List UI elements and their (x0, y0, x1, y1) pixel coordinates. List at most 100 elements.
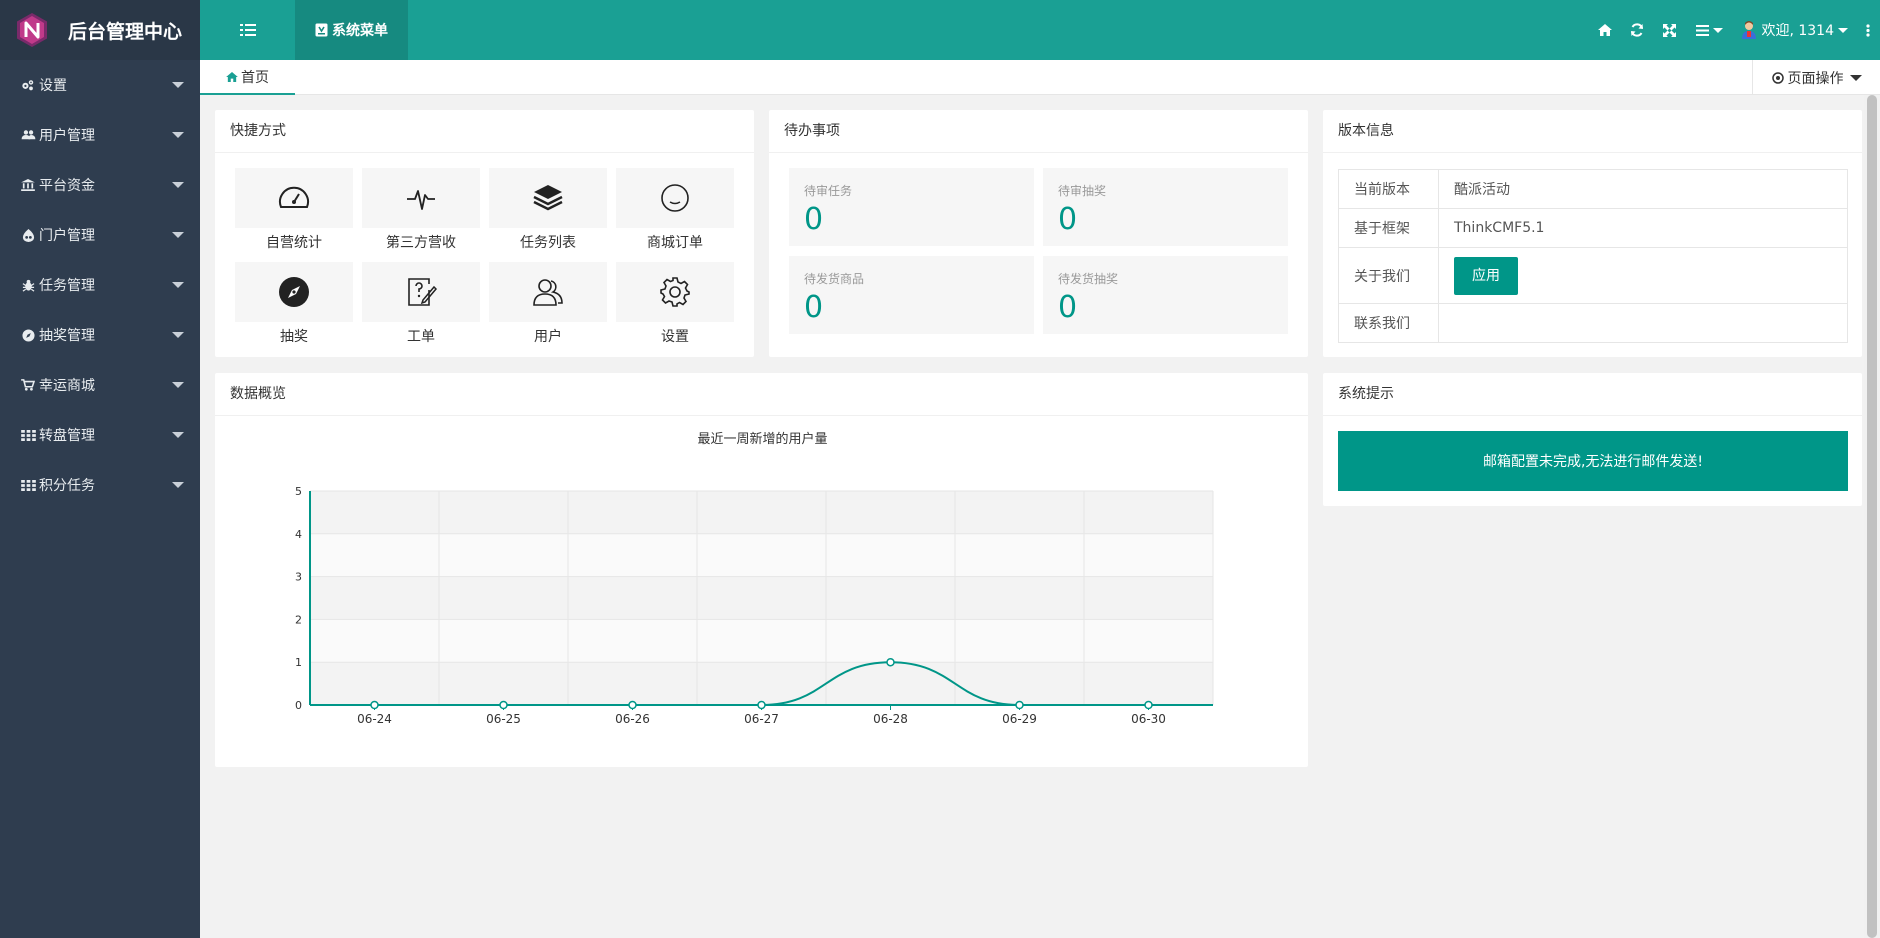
system-menu-label: 系统菜单 (332, 23, 388, 39)
tab-home-label: 首页 (241, 69, 269, 86)
x-tick-label: 06-27 (744, 712, 779, 726)
chevron-down-icon (172, 82, 184, 88)
home-button[interactable] (1589, 0, 1621, 60)
todo-count: 0 (804, 202, 824, 237)
dot-circle-icon (1771, 71, 1784, 84)
todo-item[interactable]: 待审抽奖 0 (1043, 168, 1288, 246)
sidebar-item-label: 幸运商城 (39, 378, 95, 394)
shortcut-button[interactable] (235, 168, 353, 228)
shortcuts-title: 快捷方式 (215, 110, 754, 153)
sidebar-item[interactable]: 设置 (0, 60, 200, 110)
version-label: 当前版本 (1338, 169, 1439, 209)
grid-band (310, 662, 1213, 705)
chevron-down-icon (172, 332, 184, 338)
system-menu-tab[interactable]: 系统菜单 (295, 0, 408, 60)
book-icon (315, 23, 328, 37)
sidebar-item-label: 平台资金 (39, 178, 95, 194)
page-operations-button[interactable]: 页面操作 (1752, 60, 1880, 95)
todo-count: 0 (804, 290, 824, 325)
sidebar-item[interactable]: 幸运商城 (0, 360, 200, 410)
todo-item[interactable]: 待发货抽奖 0 (1043, 256, 1288, 334)
overview-title: 数据概览 (215, 373, 1308, 416)
sidebar: 后台管理中心 设置 用户管理平台资金门户管理任务管理抽奖管理幸运商城转盘管理 积分任… (0, 0, 200, 938)
users-icon (20, 128, 36, 142)
todo-item[interactable]: 待审任务 0 (789, 168, 1034, 246)
logo[interactable]: 后台管理中心 (0, 0, 200, 60)
system-tip-card: 系统提示 邮箱配置未完成,无法进行邮件发送! (1323, 373, 1862, 506)
shortcut-label[interactable]: 第三方营收 (362, 232, 480, 252)
shortcut-button[interactable] (489, 262, 607, 322)
sidebar-item[interactable]: 积分任务 (0, 460, 200, 510)
shortcut-label[interactable]: 设置 (616, 326, 734, 346)
y-tick-label: 4 (295, 528, 302, 541)
compass-icon (20, 328, 36, 342)
x-tick-label: 06-29 (1002, 712, 1037, 726)
shortcut-button[interactable] (489, 168, 607, 228)
data-point (628, 700, 637, 710)
sidebar-toggle-button[interactable] (200, 0, 295, 60)
shortcut-label[interactable]: 用户 (489, 326, 607, 346)
sidebar-item[interactable]: 平台资金 (0, 160, 200, 210)
framework-label: 基于框架 (1338, 208, 1439, 248)
app-title: 后台管理中心 (68, 20, 183, 43)
grid-icon (20, 478, 36, 492)
welcome-label: 欢迎, 1314 (1761, 23, 1834, 39)
compass-icon (278, 276, 310, 308)
framework-value: ThinkCMF5.1 (1438, 208, 1848, 248)
table-row: 当前版本 酷派活动 (1338, 169, 1848, 209)
data-point (499, 700, 508, 710)
user-growth-chart: 0 1 2 3 4 5 06-24 06-25 06-26 06-27 06-28 06-29 06-3… (295, 431, 1214, 726)
shortcut-button[interactable] (616, 168, 734, 228)
shortcut-label[interactable]: 自营统计 (235, 232, 353, 252)
chevron-down-icon (172, 432, 184, 438)
shortcut-label[interactable]: 商城订单 (616, 232, 734, 252)
tab-bar: 首页 页面操作 (200, 60, 1880, 95)
y-tick-label: 1 (295, 656, 302, 669)
shortcut-label[interactable]: 任务列表 (489, 232, 607, 252)
pulse-icon (405, 182, 437, 214)
shortcut-button[interactable] (235, 262, 353, 322)
tab-home[interactable]: 首页 (200, 60, 295, 95)
table-row: 关于我们 应用 (1338, 247, 1848, 304)
dashboard-icon (278, 182, 310, 214)
menu-icon (239, 24, 256, 36)
todo-label: 待审任务 (804, 184, 853, 198)
chevron-down-icon (1849, 74, 1862, 81)
apply-button[interactable]: 应用 (1454, 256, 1518, 295)
vertical-scrollbar[interactable] (1864, 95, 1880, 938)
chevron-down-icon (172, 382, 184, 388)
user-menu[interactable]: 欢迎, 1314 (1741, 20, 1848, 40)
shortcut-button[interactable] (616, 262, 734, 322)
shortcut-label[interactable]: 工单 (362, 326, 480, 346)
shortcut-button[interactable] (362, 262, 480, 322)
system-notice: 邮箱配置未完成,无法进行邮件发送! (1338, 431, 1848, 491)
theme-menu-button[interactable] (1685, 0, 1733, 60)
home-icon (226, 71, 238, 82)
users-icon (532, 276, 564, 308)
sidebar-item[interactable]: 任务管理 (0, 260, 200, 310)
version-title: 版本信息 (1323, 110, 1862, 153)
todo-item[interactable]: 待发货商品 0 (789, 256, 1034, 334)
refresh-button[interactable] (1621, 0, 1653, 60)
sidebar-item[interactable]: 用户管理 (0, 110, 200, 160)
chevron-down-icon (172, 482, 184, 488)
sidebar-item[interactable]: 转盘管理 (0, 410, 200, 460)
sidebar-item-label: 任务管理 (39, 278, 95, 294)
list-icon (1695, 24, 1709, 36)
todo-title: 待办事项 (769, 110, 1308, 153)
chevron-down-icon (1838, 27, 1848, 33)
chevron-down-icon (172, 282, 184, 288)
fullscreen-button[interactable] (1653, 0, 1685, 60)
layers-icon (532, 182, 564, 214)
y-tick-label: 5 (295, 485, 302, 498)
sidebar-item[interactable]: 门户管理 (0, 210, 200, 260)
shortcut-button[interactable] (362, 168, 480, 228)
version-card: 版本信息 当前版本 酷派活动 基于框架 ThinkCMF5.1 关于我们 应用 … (1323, 110, 1862, 357)
sidebar-item[interactable]: 抽奖管理 (0, 310, 200, 360)
data-point (757, 700, 766, 710)
avatar (1742, 21, 1757, 39)
more-options-button[interactable] (1856, 0, 1880, 60)
shortcut-label[interactable]: 抽奖 (235, 326, 353, 346)
scrollbar-thumb[interactable] (1867, 95, 1877, 938)
home-icon (1598, 24, 1613, 36)
